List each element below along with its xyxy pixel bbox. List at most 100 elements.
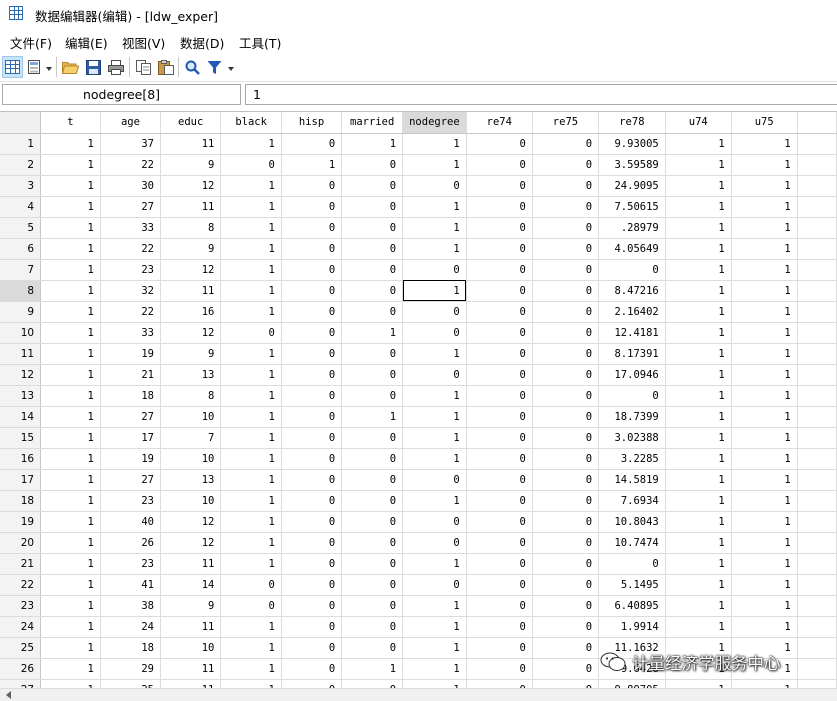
cell-u75[interactable]: 1: [731, 448, 798, 470]
cell-u75[interactable]: 1: [731, 238, 798, 260]
cell-u75[interactable]: 1: [731, 259, 798, 281]
cell-u75[interactable]: 1: [731, 280, 798, 302]
cell-nodegree[interactable]: 1: [402, 238, 467, 260]
cell-black[interactable]: 0: [220, 154, 282, 176]
cell-re78[interactable]: 9.93005: [598, 133, 666, 155]
grid-corner[interactable]: [0, 112, 42, 134]
cell-t[interactable]: 1: [40, 595, 101, 617]
scroll-left-icon[interactable]: [6, 691, 11, 699]
cell-age[interactable]: 33: [100, 217, 162, 239]
print-button[interactable]: [105, 56, 126, 78]
cell-married[interactable]: 0: [341, 595, 404, 617]
cell-t[interactable]: 1: [40, 175, 101, 197]
cell-re78[interactable]: 0: [598, 385, 666, 407]
cell-nodegree[interactable]: 1: [402, 343, 467, 365]
cell-educ[interactable]: 8: [160, 217, 222, 239]
cell-educ[interactable]: 11: [160, 196, 222, 218]
cell-u75[interactable]: 1: [731, 406, 798, 428]
row-number[interactable]: 8: [0, 280, 42, 302]
cell-t[interactable]: 1: [40, 259, 101, 281]
cell-married[interactable]: 0: [341, 553, 404, 575]
cell-re78[interactable]: 14.5819: [598, 469, 666, 491]
cell-married[interactable]: 0: [341, 448, 404, 470]
cell-t[interactable]: 1: [40, 343, 101, 365]
cell-u75[interactable]: 1: [731, 217, 798, 239]
cell-u74[interactable]: 1: [665, 574, 732, 596]
cell-u75[interactable]: 1: [731, 532, 798, 554]
cell-u75[interactable]: 1: [731, 616, 798, 638]
cell-u75[interactable]: 1: [731, 322, 798, 344]
cell-educ[interactable]: 12: [160, 259, 222, 281]
cell-married[interactable]: 0: [341, 364, 404, 386]
cell-re78[interactable]: 3.02388: [598, 427, 666, 449]
cell-nodegree[interactable]: 1: [402, 553, 467, 575]
cell-re78[interactable]: 4.05649: [598, 238, 666, 260]
cell-re74[interactable]: 0: [466, 385, 533, 407]
row-number[interactable]: 15: [0, 427, 42, 449]
column-header-re75[interactable]: re75: [532, 112, 600, 134]
cell-hisp[interactable]: 0: [281, 553, 343, 575]
cell-re75[interactable]: 0: [532, 637, 600, 659]
find-button[interactable]: [182, 56, 203, 78]
cell-nodegree[interactable]: 1: [402, 385, 467, 407]
cell-re78[interactable]: 10.7474: [598, 532, 666, 554]
cell-u75[interactable]: 1: [731, 343, 798, 365]
cell-educ[interactable]: 9: [160, 238, 222, 260]
cell-re75[interactable]: 0: [532, 196, 600, 218]
cell-t[interactable]: 1: [40, 280, 101, 302]
row-number[interactable]: 4: [0, 196, 42, 218]
cell-re78[interactable]: 5.1495: [598, 574, 666, 596]
row-number[interactable]: 7: [0, 259, 42, 281]
cell-value-field[interactable]: 1: [245, 84, 837, 105]
cell-re78[interactable]: 18.7399: [598, 406, 666, 428]
cell-age[interactable]: 22: [100, 301, 162, 323]
menu-view[interactable]: 视图(V): [122, 33, 165, 52]
cell-age[interactable]: 37: [100, 133, 162, 155]
cell-re78[interactable]: 8.17391: [598, 343, 666, 365]
cell-re75[interactable]: 0: [532, 658, 600, 680]
cell-educ[interactable]: 12: [160, 532, 222, 554]
cell-u74[interactable]: 1: [665, 154, 732, 176]
cell-u74[interactable]: 1: [665, 301, 732, 323]
cell-educ[interactable]: 9: [160, 154, 222, 176]
cell-black[interactable]: 1: [220, 406, 282, 428]
row-number[interactable]: 6: [0, 238, 42, 260]
cell-age[interactable]: 41: [100, 574, 162, 596]
cell-re74[interactable]: 0: [466, 133, 533, 155]
row-number[interactable]: 19: [0, 511, 42, 533]
row-number[interactable]: 2: [0, 154, 42, 176]
cell-black[interactable]: 1: [220, 217, 282, 239]
cell-re78[interactable]: 6.40895: [598, 595, 666, 617]
cell-re75[interactable]: 0: [532, 595, 600, 617]
cell-u75[interactable]: 1: [731, 553, 798, 575]
cell-re75[interactable]: 0: [532, 280, 600, 302]
cell-u75[interactable]: 1: [731, 196, 798, 218]
cell-re74[interactable]: 0: [466, 238, 533, 260]
cell-re74[interactable]: 0: [466, 553, 533, 575]
cell-re75[interactable]: 0: [532, 343, 600, 365]
cell-u75[interactable]: 1: [731, 133, 798, 155]
cell-u74[interactable]: 1: [665, 511, 732, 533]
cell-re74[interactable]: 0: [466, 511, 533, 533]
cell-t[interactable]: 1: [40, 553, 101, 575]
cell-educ[interactable]: 11: [160, 133, 222, 155]
cell-married[interactable]: 0: [341, 532, 404, 554]
cell-nodegree[interactable]: 0: [402, 511, 467, 533]
cell-hisp[interactable]: 0: [281, 595, 343, 617]
cell-u75[interactable]: 1: [731, 154, 798, 176]
cell-age[interactable]: 30: [100, 175, 162, 197]
cell-married[interactable]: 1: [341, 658, 404, 680]
cell-t[interactable]: 1: [40, 133, 101, 155]
cell-nodegree[interactable]: 1: [402, 595, 467, 617]
cell-t[interactable]: 1: [40, 427, 101, 449]
row-number[interactable]: 11: [0, 343, 42, 365]
column-header-re74[interactable]: re74: [466, 112, 533, 134]
cell-u74[interactable]: 1: [665, 364, 732, 386]
cell-black[interactable]: 0: [220, 322, 282, 344]
cell-re74[interactable]: 0: [466, 154, 533, 176]
cell-black[interactable]: 1: [220, 490, 282, 512]
cell-nodegree[interactable]: 1: [402, 658, 467, 680]
cell-re74[interactable]: 0: [466, 448, 533, 470]
cell-re74[interactable]: 0: [466, 406, 533, 428]
cell-married[interactable]: 0: [341, 427, 404, 449]
